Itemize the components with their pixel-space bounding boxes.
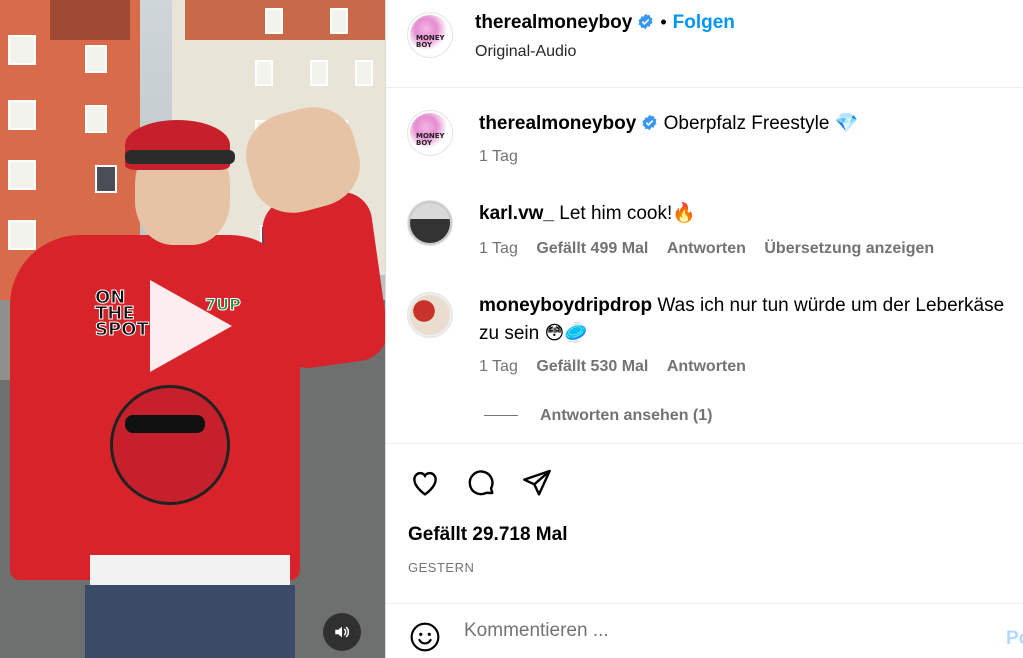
- window: [330, 8, 348, 34]
- audio-link[interactable]: Original-Audio: [475, 43, 576, 61]
- comment-time: 1 Tag: [479, 358, 518, 375]
- emoji-icon: [410, 622, 440, 652]
- comment-likes[interactable]: Gefällt 499 Mal: [536, 240, 648, 257]
- comment-meta: 1 Tag Gefällt 530 Mal Antworten: [479, 358, 746, 376]
- jeans: [85, 585, 295, 658]
- comment-time: 1 Tag: [479, 240, 518, 257]
- translate-button[interactable]: Übersetzung anzeigen: [764, 240, 934, 257]
- verified-icon: [642, 114, 657, 131]
- hoodie-graphic-glasses: [125, 415, 205, 433]
- window: [8, 160, 36, 190]
- avatar-logo-text: MONEY BOY: [416, 132, 445, 147]
- author-username[interactable]: therealmoneyboy: [475, 12, 632, 33]
- avatar-image: [410, 295, 450, 335]
- view-replies-label: Antworten ansehen (1): [540, 407, 713, 424]
- comment-icon: [468, 470, 494, 496]
- caption: MONEY BOY therealmoneyboy Oberpfalz Free…: [386, 88, 1023, 188]
- arm: [258, 188, 385, 372]
- comment-text-continued: zu sein 😳🥏: [479, 323, 588, 344]
- caption-text: Oberpfalz Freestyle 💎: [663, 113, 859, 134]
- caption-username[interactable]: therealmoneyboy: [479, 113, 636, 134]
- comment-username[interactable]: moneyboydripdrop: [479, 295, 652, 316]
- replies-line: [484, 415, 518, 417]
- video-player[interactable]: ON THE SPOT 7UP: [0, 0, 385, 658]
- caption-avatar[interactable]: MONEY BOY: [407, 110, 453, 156]
- mute-button[interactable]: [323, 613, 361, 651]
- view-replies-button[interactable]: Antworten ansehen (1): [484, 407, 712, 425]
- share-icon: [523, 469, 551, 496]
- comment-text-line: moneyboydripdrop Was ich nur tun würde u…: [479, 292, 1004, 320]
- window: [8, 35, 36, 65]
- caption-text-line: therealmoneyboy Oberpfalz Freestyle 💎: [479, 110, 858, 138]
- hoodie-graphic: [110, 385, 230, 505]
- window: [310, 60, 328, 86]
- window: [85, 45, 107, 73]
- comment-meta: 1 Tag Gefällt 499 Mal Antworten Übersetz…: [479, 240, 934, 258]
- comment-item: moneyboydripdrop Was ich nur tun würde u…: [386, 278, 1023, 443]
- window: [255, 60, 273, 86]
- roof-right: [185, 0, 385, 40]
- speaker-icon: [335, 626, 350, 638]
- window: [8, 220, 36, 250]
- comment-text: Was ich nur tun würde um der Leberkäse: [657, 295, 1005, 316]
- share-button[interactable]: [520, 466, 554, 500]
- window: [95, 165, 117, 193]
- comment-item: karl.vw_ Let him cook!🔥 1 Tag Gefällt 49…: [386, 188, 1023, 278]
- follow-button[interactable]: Folgen: [673, 12, 735, 33]
- reply-button[interactable]: Antworten: [667, 358, 746, 375]
- comment-text-line: karl.vw_ Let him cook!🔥: [479, 200, 696, 228]
- author-avatar[interactable]: MONEY BOY: [407, 12, 453, 58]
- avatar-image: [410, 203, 450, 243]
- reply-button[interactable]: Antworten: [667, 240, 746, 257]
- window: [85, 105, 107, 133]
- comment-username[interactable]: karl.vw_: [479, 203, 554, 224]
- post-date: GESTERN: [408, 560, 475, 575]
- comment-avatar[interactable]: [407, 200, 453, 246]
- like-button[interactable]: [408, 466, 442, 500]
- post-header: MONEY BOY therealmoneyboy • Folgen Origina…: [386, 0, 1023, 88]
- comment-avatar[interactable]: [407, 292, 453, 338]
- avatar-image: MONEY BOY: [410, 15, 450, 55]
- post-actions: Gefällt 29.718 Mal GESTERN: [386, 443, 1023, 603]
- likes-count[interactable]: Gefällt 29.718 Mal: [408, 524, 567, 546]
- window: [8, 100, 36, 130]
- comment-input[interactable]: [464, 618, 984, 644]
- window: [355, 60, 373, 86]
- roof-left: [50, 0, 130, 40]
- post-comment-button[interactable]: Po: [1006, 628, 1023, 650]
- comment-likes[interactable]: Gefällt 530 Mal: [536, 358, 648, 375]
- emoji-button[interactable]: [408, 620, 442, 654]
- comment-text: Let him cook!🔥: [559, 203, 696, 224]
- caption-time: 1 Tag: [479, 148, 518, 165]
- comment-button[interactable]: [464, 466, 498, 500]
- separator-dot: •: [660, 12, 667, 32]
- window: [265, 8, 283, 34]
- avatar-image: MONEY BOY: [410, 113, 450, 153]
- heart-icon: [413, 471, 437, 496]
- author-line: therealmoneyboy • Folgen: [475, 12, 735, 34]
- play-icon[interactable]: [150, 280, 232, 372]
- verified-icon: [638, 13, 653, 30]
- cap-brim: [125, 150, 235, 164]
- comment-bar: Po: [386, 603, 1023, 658]
- avatar-logo-text: MONEY BOY: [416, 34, 445, 49]
